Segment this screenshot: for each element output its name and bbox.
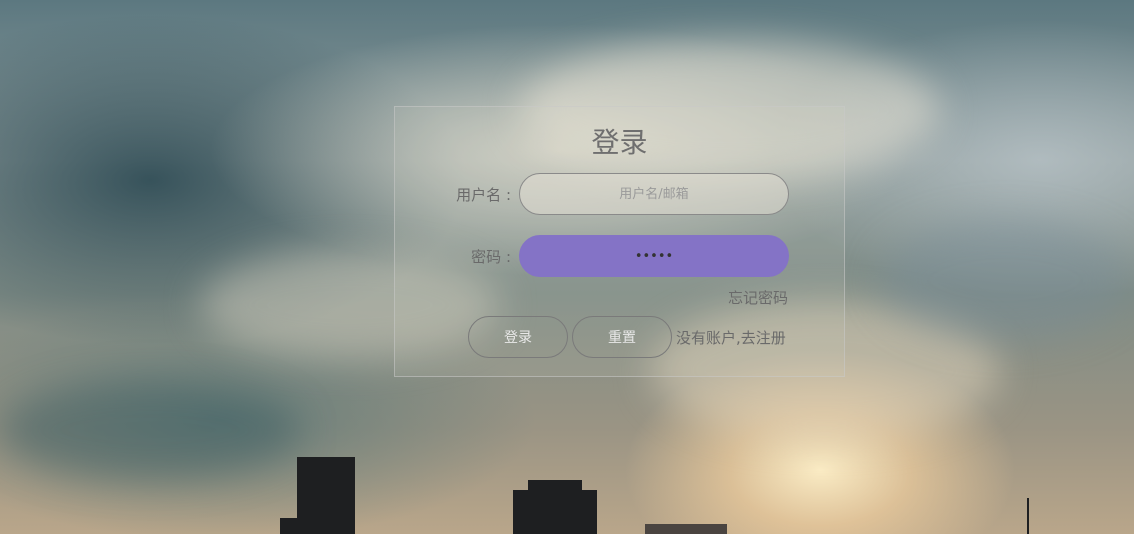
background-cloud xyxy=(0,380,300,480)
building-silhouette xyxy=(645,524,727,534)
building-silhouette xyxy=(297,457,355,534)
background-cloud xyxy=(880,220,1130,340)
reset-button[interactable]: 重置 xyxy=(572,316,672,358)
register-link[interactable]: 没有账户,去注册 xyxy=(676,327,786,348)
password-input[interactable] xyxy=(519,235,789,277)
building-silhouette xyxy=(280,518,302,534)
password-label: 密码 : xyxy=(471,248,511,266)
login-button[interactable]: 登录 xyxy=(468,316,568,358)
username-label: 用户名 : xyxy=(456,186,511,204)
forgot-password-link[interactable]: 忘记密码 xyxy=(728,287,788,308)
login-panel: 登录 用户名 : 密码 : 忘记密码 登录 重置 没有账户,去注册 xyxy=(394,106,845,377)
login-title: 登录 xyxy=(591,126,648,159)
building-silhouette xyxy=(528,480,582,534)
antenna-silhouette xyxy=(1027,498,1029,534)
username-input[interactable] xyxy=(519,173,789,215)
